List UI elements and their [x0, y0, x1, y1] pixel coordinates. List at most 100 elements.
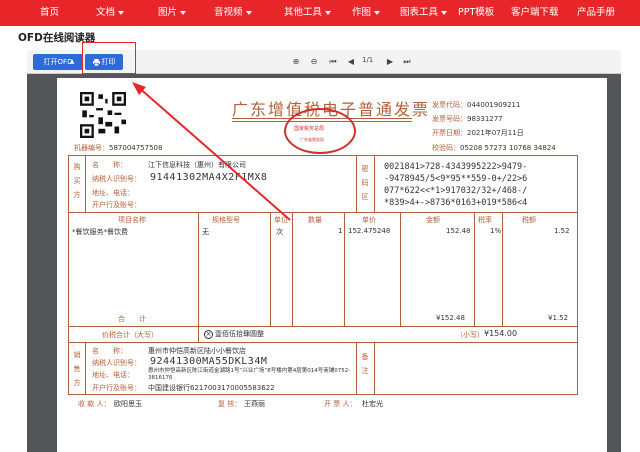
next-page-icon[interactable]: ▶ — [384, 56, 396, 68]
reviewer-label: 复 核： — [218, 400, 242, 408]
seller-bank-label: 开户行及账号： — [92, 384, 141, 392]
grand-small-label: （小写） — [456, 331, 484, 339]
check-code: 校验码：05208 57273 10768 34824 — [432, 143, 556, 153]
first-page-icon[interactable]: ⏮ — [327, 56, 339, 68]
divider — [374, 342, 375, 395]
seller-section-label: 销售方 — [73, 351, 81, 387]
nav-item-images[interactable]: 图片 — [158, 0, 187, 26]
grand-small-value: ¥154.00 — [484, 329, 518, 338]
machine-value: 587004757508 — [109, 144, 163, 152]
seller-name-label: 名 称： — [92, 347, 127, 355]
total-amount: ¥152.48 — [436, 314, 465, 322]
zoom-out-icon[interactable]: ⊖ — [308, 56, 320, 68]
chevron-down-icon — [245, 10, 252, 15]
seller-addr-label: 地址、电话： — [92, 371, 134, 379]
divider — [68, 326, 578, 327]
col-unit-header: 单位 — [274, 216, 288, 224]
remark-label: 备注 — [361, 353, 369, 375]
machine-number: 机器编号：587004757508 — [74, 143, 162, 153]
col-spec-header: 规格型号 — [212, 216, 240, 224]
invoice-number: 发票号码：98331277 — [432, 114, 503, 124]
divider — [85, 155, 86, 212]
nav-item-ppt[interactable]: PPT模板 — [458, 0, 494, 26]
upload-icon: ▲ — [69, 58, 75, 65]
nav-item-label: 作图 — [352, 7, 372, 18]
nav-item-drawing[interactable]: 作图 — [352, 0, 381, 26]
drawer-label: 开 票 人： — [324, 400, 357, 408]
drawer-value: 杜宏光 — [362, 400, 383, 408]
col-name-header: 项目名称 — [118, 216, 146, 224]
col-amount-header: 金额 — [426, 216, 440, 224]
chevron-down-icon — [325, 10, 332, 15]
nav-item-label: 首页 — [40, 7, 60, 18]
number-label: 发票号码： — [432, 115, 467, 123]
nav-item-manual[interactable]: 产品手册 — [577, 0, 615, 26]
item-unit: 次 — [276, 228, 283, 236]
nav-item-label: 图表工具 — [400, 7, 439, 18]
divider — [85, 342, 86, 395]
item-name: *餐饮服务*餐饮费 — [72, 228, 128, 236]
item-tax-rate: 1% — [490, 227, 502, 235]
nav-item-other-tools[interactable]: 其他工具 — [284, 0, 332, 26]
item-amount: 152.48 — [446, 227, 471, 235]
date-label: 开票日期： — [432, 129, 467, 137]
code-label: 发票代码： — [432, 101, 467, 109]
nav-item-label: PPT模板 — [458, 7, 495, 18]
divider — [374, 155, 375, 212]
col-qty-header: 数量 — [308, 216, 322, 224]
zoom-in-icon[interactable]: ⊕ — [290, 56, 302, 68]
nav-item-media[interactable]: 音视频 — [214, 0, 252, 26]
col-tax-header: 税额 — [522, 216, 536, 224]
nav-item-label: 其他工具 — [284, 7, 323, 18]
cipher-area: 0021841>728-4343995222>9479- -9478945/5<9… — [384, 161, 569, 209]
seller-name-value: 惠州市仲恺高新区陆小小餐饮店 — [148, 347, 246, 355]
nav-item-download[interactable]: 客户端下载 — [511, 0, 559, 26]
cipher-line: 077*622<<*1>917032/32+/468-/ — [384, 186, 528, 196]
divider — [400, 212, 401, 326]
grand-words-text: 壹佰伍拾肆圆整 — [215, 330, 264, 338]
item-tax: 1.52 — [554, 227, 570, 235]
buyer-addr-label: 地址、电话： — [92, 189, 134, 197]
divider — [502, 212, 503, 326]
nav-item-home[interactable]: 首页 — [40, 0, 59, 26]
nav-item-label: 客户端下载 — [511, 7, 559, 18]
divider — [474, 212, 475, 326]
invoice-date: 开票日期：2021年07月11日 — [432, 128, 524, 138]
seal-text: 国家税务总局 — [294, 126, 325, 132]
divider — [292, 212, 293, 326]
buyer-section-label: 购买方 — [73, 163, 81, 199]
buyer-name-value: 江下信息科技（惠州）有限公司 — [148, 161, 246, 169]
nav-item-label: 图片 — [158, 7, 178, 18]
seller-bank-value: 中国建设银行6217003170005583622 — [148, 384, 275, 392]
grand-total-words: × 壹佰伍拾肆圆整 — [204, 329, 264, 339]
check-label: 校验码： — [432, 144, 460, 152]
col-price-header: 单价 — [362, 216, 376, 224]
nav-item-label: 产品手册 — [577, 7, 616, 18]
prev-page-icon[interactable]: ◀ — [345, 56, 357, 68]
divider — [270, 212, 271, 326]
seller-addr-value: 惠州市仲恺高新区陈江街道金湖路1号“兴业广场”8号楼内第4层第014号商铺075… — [148, 368, 351, 381]
buyer-tax-label: 纳税人识别号： — [92, 175, 141, 183]
nav-item-chart-tools[interactable]: 图表工具 — [400, 0, 448, 26]
chevron-down-icon — [374, 10, 381, 15]
divider — [344, 212, 345, 326]
divider — [198, 212, 199, 326]
grand-total-label: 价税合计（大写） — [102, 331, 158, 339]
qr-code-icon — [80, 92, 126, 138]
last-page-icon[interactable]: ⏭ — [401, 56, 413, 68]
cipher-line: *839>4+->8736*0163+019*586<4 — [384, 198, 528, 208]
nav-item-docs[interactable]: 文档 — [96, 0, 125, 26]
top-nav: 首页 文档 图片 音视频 其他工具 作图 图表工具 PPT模板 客户端下载 产品… — [0, 0, 640, 26]
chevron-down-icon — [441, 10, 448, 15]
cipher-line: -9478945/5<9*95**559-0+/22>6 — [384, 174, 528, 184]
seller-tax-label: 纳税人识别号： — [92, 359, 141, 367]
cipher-section-label: 密码区 — [361, 165, 369, 201]
divider — [356, 155, 357, 212]
cipher-line: 0021841>728-4343995222>9479- — [384, 162, 528, 172]
divider — [68, 342, 578, 343]
col-taxrate-header: 税率 — [478, 216, 492, 224]
total-tax: ¥1.52 — [548, 314, 569, 322]
nav-item-label: 文档 — [96, 7, 116, 18]
buyer-tax-value: 91441302MA4X2F1MX8 — [150, 172, 268, 183]
chevron-down-icon — [118, 10, 125, 15]
